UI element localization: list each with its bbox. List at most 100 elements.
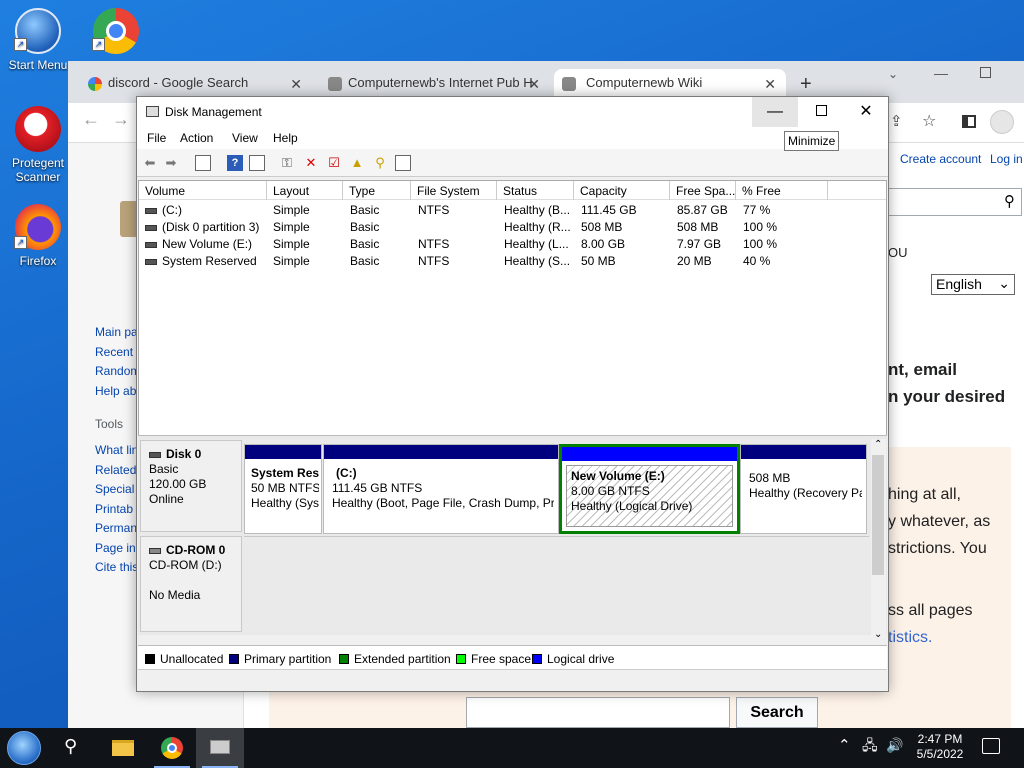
graph-scrollbar[interactable]: ⌃ ⌄ — [871, 439, 886, 645]
check-icon[interactable]: ☑ — [326, 155, 342, 171]
legend-free-space: Free space — [456, 652, 531, 666]
column-header-percent-free[interactable]: % Free — [736, 181, 828, 200]
side-panel-icon[interactable] — [962, 115, 976, 128]
sidebar-link[interactable]: Special — [95, 480, 138, 500]
table-row[interactable]: (C:) Simple Basic NTFS Healthy (B... 111… — [139, 202, 886, 219]
create-account-link[interactable]: Create account — [900, 152, 981, 166]
disk-list-icon[interactable] — [249, 155, 265, 171]
bottom-search-button[interactable]: Search — [736, 697, 818, 728]
table-row[interactable]: (Disk 0 partition 3) Simple Basic Health… — [139, 219, 886, 236]
bottom-search-input[interactable] — [466, 697, 730, 728]
forward-icon[interactable]: → — [112, 109, 130, 130]
menu-action[interactable]: Action — [180, 131, 213, 145]
up-folder-icon[interactable]: ▲ — [349, 155, 365, 171]
cdrom-empty-area — [244, 536, 869, 632]
title-bar[interactable]: Disk Management — ✕ — [137, 97, 888, 127]
menu-file[interactable]: File — [147, 131, 166, 145]
taskbar-search-button[interactable]: ⚲ — [50, 728, 98, 768]
wiki-search-box[interactable]: ⚲ — [888, 188, 1022, 216]
desktop-icon-protegent-scanner[interactable]: Protegent Scanner — [4, 106, 72, 184]
partition-name: New Volume (E:) — [571, 469, 665, 483]
window-minimize-icon[interactable]: — — [934, 65, 948, 81]
disk-management-icon — [146, 106, 159, 117]
column-header-type[interactable]: Type — [343, 181, 411, 200]
search-folder-icon[interactable]: ⚲ — [372, 155, 388, 171]
partition-recovery[interactable]: 508 MB Healthy (Recovery Pa — [740, 444, 867, 534]
bookmark-star-icon[interactable]: ☆ — [922, 111, 936, 131]
cell-volume: (Disk 0 partition 3) — [162, 220, 260, 234]
help-icon[interactable]: ? — [227, 155, 243, 171]
column-header-layout[interactable]: Layout — [267, 181, 343, 200]
sidebar-link[interactable]: Perman — [95, 519, 138, 539]
partition-size: 111.45 GB NTFS — [332, 481, 423, 495]
desktop-icon-firefox[interactable]: ↗ Firefox — [4, 204, 72, 268]
notifications-icon[interactable] — [982, 738, 1000, 754]
column-header-status[interactable]: Status — [497, 181, 574, 200]
forward-icon[interactable]: ➡ — [163, 155, 179, 171]
close-tab-icon[interactable]: ✕ — [290, 76, 302, 93]
disk-0-header[interactable]: Disk 0 Basic 120.00 GB Online — [140, 440, 242, 532]
clock[interactable]: 2:47 PM 5/5/2022 — [910, 732, 970, 762]
sidebar-link[interactable]: What lin — [95, 441, 138, 461]
delete-icon[interactable]: ✕ — [303, 155, 319, 171]
column-header-capacity[interactable]: Capacity — [574, 181, 670, 200]
statistics-link[interactable]: tistics. — [888, 629, 932, 647]
minimize-button[interactable]: — — [752, 97, 798, 127]
list-header: Volume Layout Type File System Status Ca… — [139, 181, 886, 200]
sidebar-link[interactable]: Cite this — [95, 558, 138, 578]
profile-avatar-icon[interactable] — [990, 110, 1014, 134]
back-icon[interactable]: ← — [82, 109, 100, 130]
network-icon[interactable]: 🖧 — [862, 738, 878, 753]
sidebar-link[interactable]: Random — [95, 362, 140, 382]
partition-system-reserved[interactable]: System Res 50 MB NTFS Healthy (Sys — [244, 444, 322, 534]
cdrom-0-header[interactable]: CD-ROM 0 CD-ROM (D:) No Media — [140, 536, 242, 632]
table-row[interactable]: System Reserved Simple Basic NTFS Health… — [139, 253, 886, 270]
close-tab-icon[interactable]: ✕ — [528, 76, 540, 93]
back-icon[interactable]: ⬅ — [142, 155, 158, 171]
start-button[interactable] — [0, 728, 48, 768]
tray-chevron-up-icon[interactable]: ⌃ — [838, 738, 851, 753]
menu-help[interactable]: Help — [273, 131, 298, 145]
partition-new-volume-e[interactable]: New Volume (E:) 8.00 GB NTFS Healthy (Lo… — [559, 444, 740, 534]
shortcut-arrow-icon: ↗ — [14, 38, 27, 51]
share-icon[interactable]: ⇪ — [890, 112, 903, 130]
sidebar-link[interactable]: Recent — [95, 343, 140, 363]
column-header-volume[interactable]: Volume — [139, 181, 267, 200]
desktop-icon-chrome[interactable]: ↗ — [82, 8, 150, 58]
cell-free: 7.97 GB — [677, 237, 722, 251]
taskbar-file-explorer[interactable] — [98, 728, 146, 768]
tab-search-icon[interactable]: ⌄ — [888, 67, 898, 81]
connect-drive-icon[interactable]: ⚿ — [279, 155, 295, 171]
column-header-free-space[interactable]: Free Spa... — [670, 181, 736, 200]
partition-c[interactable]: (C:) 111.45 GB NTFS Healthy (Boot, Page … — [323, 444, 559, 534]
cell-capacity: 50 MB — [581, 254, 616, 268]
sidebar-link[interactable]: Main pa — [95, 323, 140, 343]
desktop-icon-start-menu[interactable]: ↗ Start Menu — [4, 8, 72, 72]
column-header-filesystem[interactable]: File System — [411, 181, 497, 200]
close-button[interactable]: ✕ — [843, 97, 889, 127]
maximize-button[interactable] — [798, 97, 844, 127]
sidebar-link[interactable]: Page in — [95, 539, 138, 559]
cell-pct: 100 % — [743, 237, 778, 251]
scroll-thumb[interactable] — [872, 455, 884, 575]
details-icon[interactable] — [395, 155, 411, 171]
volume-icon[interactable]: 🔊 — [886, 738, 903, 753]
sidebar-link[interactable]: Printab — [95, 500, 138, 520]
content-line: y whatever, as — [888, 513, 991, 530]
close-tab-icon[interactable]: ✕ — [764, 76, 776, 93]
window-maximize-icon[interactable] — [980, 67, 991, 78]
taskbar-disk-management[interactable] — [196, 728, 244, 768]
language-select[interactable]: English ⌄ — [931, 274, 1015, 295]
sidebar-link[interactable]: Related — [95, 461, 138, 481]
table-row[interactable]: New Volume (E:) Simple Basic NTFS Health… — [139, 236, 886, 253]
properties-pane-icon[interactable] — [195, 155, 211, 171]
taskbar-chrome[interactable] — [148, 728, 196, 768]
sidebar-heading-tools: Tools — [95, 417, 124, 431]
login-link[interactable]: Log in — [990, 152, 1023, 166]
scroll-up-icon[interactable]: ⌃ — [874, 439, 882, 450]
new-tab-button[interactable]: + — [800, 73, 812, 96]
scroll-down-icon[interactable]: ⌄ — [874, 629, 882, 640]
menu-view[interactable]: View — [232, 131, 258, 145]
legend-bar: Unallocated Primary partition Extended p… — [138, 645, 887, 669]
sidebar-link[interactable]: Help ab — [95, 382, 140, 402]
